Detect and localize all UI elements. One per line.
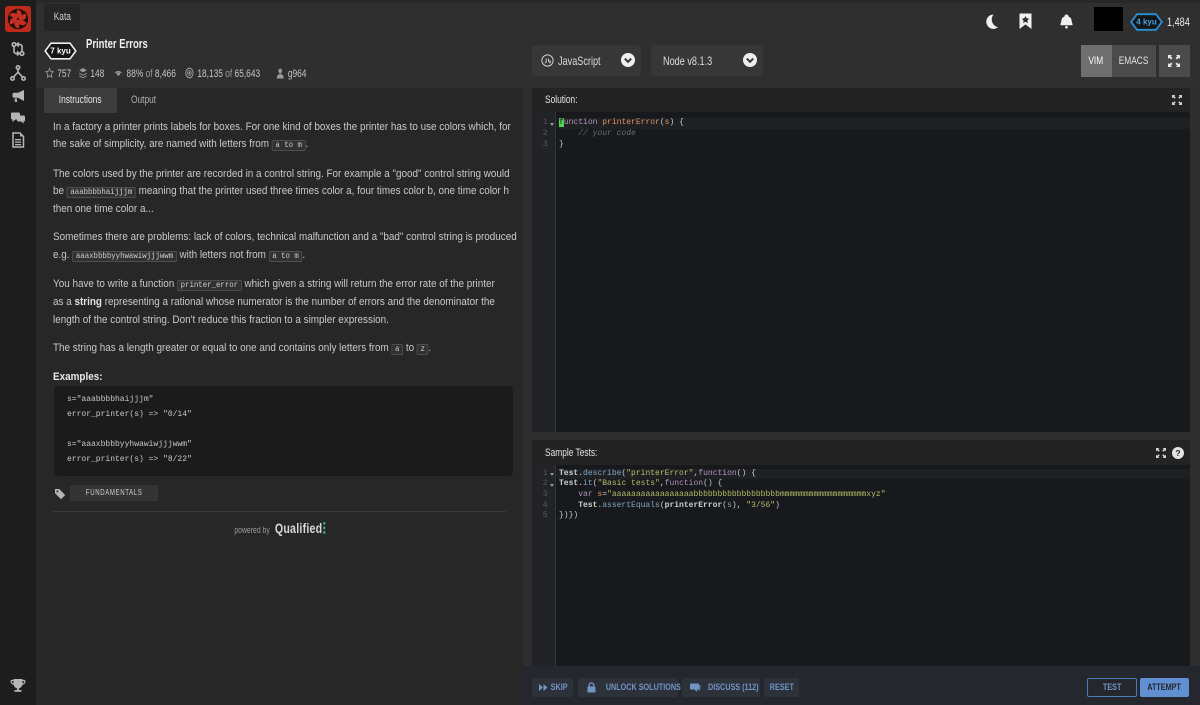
svg-text:7 kyu: 7 kyu <box>50 47 71 56</box>
svg-text:?: ? <box>1175 448 1180 458</box>
svg-text:4 kyu: 4 kyu <box>1136 18 1157 27</box>
